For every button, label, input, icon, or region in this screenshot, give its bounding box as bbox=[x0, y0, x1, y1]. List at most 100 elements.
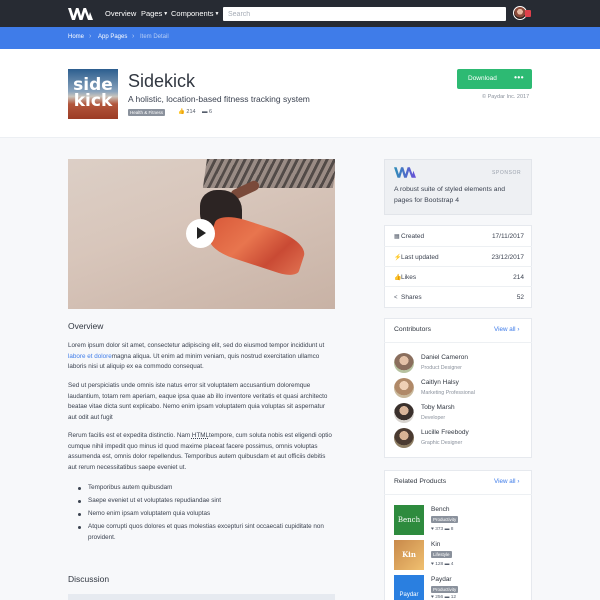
avatar[interactable] bbox=[394, 428, 414, 448]
discussion-panel bbox=[68, 594, 335, 600]
meta-label: ▦Created bbox=[394, 233, 424, 240]
related-stats: ♥ 256 ▬ 12 bbox=[431, 595, 456, 600]
overview-paragraph-3: Rerum facilis est et expedita distinctio… bbox=[68, 431, 335, 473]
sponsor-logo bbox=[394, 167, 416, 178]
meta-row-updated: ⚡Last updated 23/12/2017 bbox=[384, 246, 532, 267]
breadcrumb-home[interactable]: Home bbox=[68, 34, 84, 40]
contributor-role: Marketing Professional bbox=[421, 390, 475, 396]
contributor-name[interactable]: Caitlyn Halsy bbox=[421, 379, 459, 386]
category-badge[interactable]: Lifestyle bbox=[431, 551, 452, 558]
list-item: Atque corrupti quos dolores et quas mole… bbox=[78, 522, 333, 543]
video-shadow bbox=[202, 159, 335, 188]
list-item: Nemo enim ipsam voluptatem quia voluptas bbox=[78, 509, 333, 520]
meta-label: ⚡Last updated bbox=[394, 254, 439, 261]
meta-label-text: Likes bbox=[401, 274, 417, 281]
video-person-legs bbox=[206, 211, 309, 279]
nav-pages[interactable]: Pages▼ bbox=[141, 9, 168, 18]
list-item: Saepe eveniet ut et voluptates repudiand… bbox=[78, 496, 333, 507]
related-thumbnail[interactable]: Kin bbox=[394, 540, 424, 570]
p1-text-before: Lorem ipsum dolor sit amet, consectetur … bbox=[68, 342, 325, 349]
heart-icon: ♥ bbox=[431, 595, 434, 600]
nav-components[interactable]: Components▼ bbox=[171, 9, 219, 18]
overview-paragraph-2: Sed ut perspiciatis unde omnis iste natu… bbox=[68, 382, 328, 421]
chevron-right-icon: › bbox=[132, 33, 135, 40]
comment-icon: ▬ bbox=[444, 595, 450, 600]
product-title: Sidekick bbox=[128, 71, 196, 91]
meta-value: 23/12/2017 bbox=[491, 254, 524, 261]
nav-components-label: Components bbox=[171, 9, 214, 18]
comments-count: 6 bbox=[209, 109, 213, 115]
contributors-heading: Contributors bbox=[394, 326, 432, 333]
meta-label: 👍Likes bbox=[394, 274, 416, 281]
chevron-down-icon: ▼ bbox=[163, 11, 169, 18]
comments-count: 4 bbox=[450, 562, 454, 567]
sponsor-tag: SPONSOR bbox=[492, 170, 522, 176]
avatar[interactable] bbox=[394, 353, 414, 373]
likes-count: 128 bbox=[435, 562, 444, 567]
overview-heading: Overview bbox=[68, 321, 104, 331]
contributor-name[interactable]: Daniel Cameron bbox=[421, 354, 468, 361]
meta-value: 52 bbox=[516, 294, 524, 301]
notification-badge[interactable] bbox=[525, 10, 531, 17]
nav-pages-label: Pages bbox=[141, 9, 163, 18]
copyright-text: © Paydar Inc. 2017 bbox=[482, 94, 530, 100]
heart-icon: ♥ bbox=[431, 562, 434, 567]
avatar[interactable] bbox=[394, 378, 414, 398]
related-view-all-link[interactable]: View all › bbox=[494, 478, 519, 485]
product-thumbnail: side kick bbox=[68, 69, 118, 119]
related-product-name[interactable]: Paydar bbox=[431, 576, 452, 583]
nav-overview[interactable]: Overview bbox=[105, 9, 136, 18]
meta-label-text: Last updated bbox=[401, 254, 439, 261]
list-item: Temporibus autem quibusdam bbox=[78, 483, 333, 494]
likes-count: 214 bbox=[186, 109, 196, 115]
p3-text-before: Rerum facilis est et expedita distinctio… bbox=[68, 432, 192, 439]
meta-row-likes: 👍Likes 214 bbox=[384, 266, 532, 287]
related-stats: ♥ 373 ▬ 8 bbox=[431, 527, 453, 532]
category-badge[interactable]: Productivity bbox=[431, 516, 459, 523]
download-label: Download bbox=[468, 75, 497, 82]
comments-count: 8 bbox=[450, 527, 454, 532]
meta-row-shares: < Shares 52 bbox=[384, 286, 532, 307]
product-subtitle: A holistic, location-based fitness track… bbox=[128, 94, 310, 104]
related-stats: ♥ 128 ▬ 4 bbox=[431, 562, 453, 567]
meta-label-text: Shares bbox=[401, 294, 422, 301]
thumbs-up-icon: 👍 bbox=[178, 109, 185, 115]
avatar[interactable] bbox=[394, 403, 414, 423]
category-badge[interactable]: Productivity bbox=[431, 586, 459, 593]
share-icon: < bbox=[394, 295, 398, 301]
contributors-view-all-link[interactable]: View all › bbox=[494, 326, 519, 333]
meta-label: < Shares bbox=[394, 294, 422, 301]
feature-list: Temporibus autem quibusdam Saepe eveniet… bbox=[78, 483, 333, 546]
meta-value: 17/11/2017 bbox=[491, 233, 524, 240]
divider bbox=[384, 494, 532, 495]
thumbs-up-icon: 👍 bbox=[394, 275, 402, 281]
overview-paragraph-1: Lorem ipsum dolor sit amet, consectetur … bbox=[68, 341, 335, 373]
comment-icon: ▬ bbox=[202, 109, 208, 115]
breadcrumb-app-pages[interactable]: App Pages bbox=[98, 34, 127, 40]
related-product-name[interactable]: Kin bbox=[431, 541, 440, 548]
abbr-html: HTML bbox=[191, 432, 210, 439]
contributor-name[interactable]: Toby Marsh bbox=[421, 404, 455, 411]
contributor-role: Graphic Designer bbox=[421, 440, 463, 446]
contributor-name[interactable]: Lucille Freebody bbox=[421, 429, 469, 436]
more-options-icon[interactable]: ••• bbox=[514, 73, 524, 82]
related-product-name[interactable]: Bench bbox=[431, 506, 449, 513]
chevron-right-icon: › bbox=[89, 33, 92, 40]
meta-value: 214 bbox=[513, 274, 524, 281]
related-thumbnail[interactable]: Paydar bbox=[394, 575, 424, 600]
play-icon[interactable] bbox=[186, 219, 215, 248]
likes-count: 256 bbox=[435, 595, 444, 600]
sponsor-text: A robust suite of styled elements and pa… bbox=[394, 186, 506, 204]
search-input[interactable] bbox=[223, 7, 506, 21]
comments-count: 12 bbox=[450, 595, 457, 600]
brand-logo[interactable] bbox=[68, 8, 93, 20]
comment-icon: ▬ bbox=[444, 562, 450, 567]
calendar-icon: ▦ bbox=[394, 234, 400, 240]
download-button[interactable]: Download ••• bbox=[457, 69, 532, 89]
category-badge[interactable]: Health & Fitness bbox=[128, 109, 166, 116]
inline-link[interactable]: labore et dolore bbox=[68, 353, 112, 360]
related-thumbnail[interactable]: Bench bbox=[394, 505, 424, 535]
heart-icon: ♥ bbox=[431, 527, 434, 532]
comments-stat: ▬ 6 bbox=[202, 109, 212, 115]
contributor-role: Developer bbox=[421, 415, 446, 421]
